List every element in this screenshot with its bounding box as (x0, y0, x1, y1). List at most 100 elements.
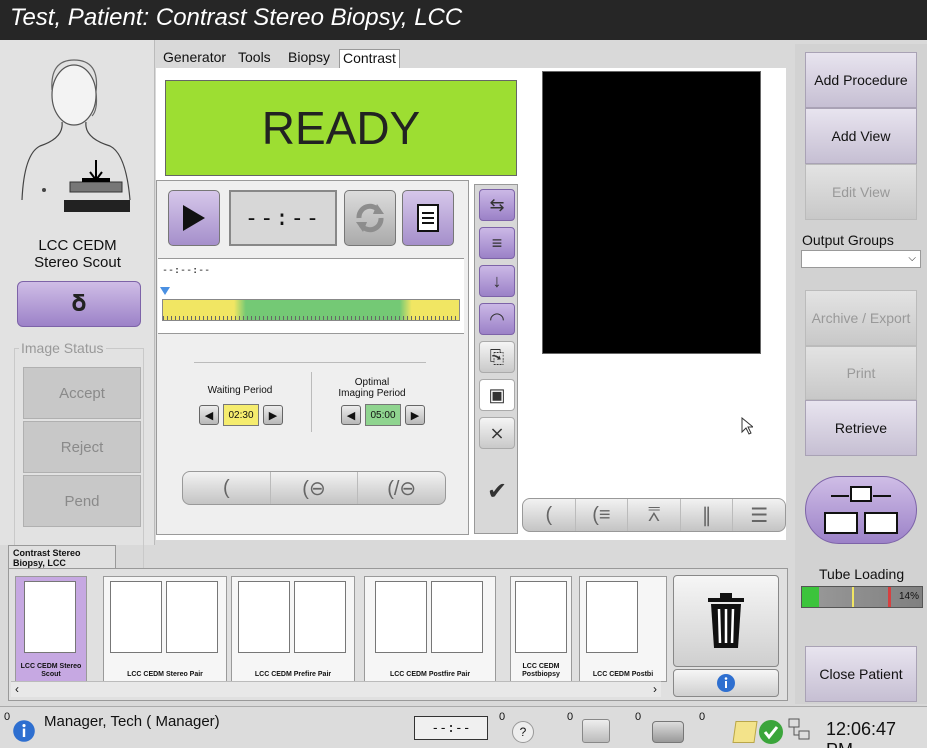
thumbnail-prefire-pair[interactable]: LCC CEDM Prefire Pair (231, 576, 355, 682)
network-icon[interactable] (786, 717, 812, 745)
thumbnail-scrollbar[interactable]: ‹ › (11, 681, 661, 697)
print-button[interactable]: Print (805, 346, 917, 400)
clipboard-icon (417, 204, 439, 232)
thumbnail-caption: LCC CEDM Postbi (592, 671, 654, 678)
annotation-standard-button[interactable]: ( (523, 499, 576, 531)
thumbnail-stereo-scout[interactable]: LCC CEDM Stereo Scout (15, 576, 87, 682)
annotation-ruler-button[interactable]: (≡ (576, 499, 629, 531)
view-both-button[interactable]: (/⊖ (358, 472, 445, 504)
procedure-group-tab[interactable]: Contrast Stereo Biopsy, LCC (8, 545, 116, 569)
add-view-button[interactable]: Add View (805, 108, 917, 164)
tool-mirror-button[interactable]: ⨯ (479, 417, 515, 449)
timeline-bar (162, 299, 460, 321)
accept-button[interactable]: Accept (23, 367, 141, 419)
start-timer-button[interactable] (168, 190, 220, 246)
thumbnail-postfire-pair[interactable]: LCC CEDM Postfire Pair (364, 576, 496, 682)
delete-button[interactable] (673, 575, 779, 667)
thumbnail-caption: LCC CEDM Stereo Pair (127, 671, 203, 678)
implant-toggle-button[interactable]: 𝛅 (17, 281, 141, 327)
tab-biopsy[interactable]: Biopsy (285, 49, 333, 69)
notes-icon[interactable] (732, 721, 758, 743)
optimal-period-label: Optimal Imaging Period (338, 377, 406, 399)
waiting-period-value: 02:30 (223, 404, 259, 426)
title-bar: Test, Patient: Contrast Stereo Biopsy, L… (0, 0, 927, 40)
reject-button[interactable]: Reject (23, 421, 141, 473)
scroll-right-icon[interactable]: › (653, 682, 657, 696)
elapsed-readout: --:--:-- (162, 265, 211, 276)
thumbnail-stereo-pair[interactable]: LCC CEDM Stereo Pair (103, 576, 227, 682)
waiting-decrease-button[interactable]: ◀ (199, 405, 219, 425)
tab-tools[interactable]: Tools (235, 49, 274, 69)
info-icon[interactable] (12, 719, 36, 743)
mouse-cursor-icon (741, 417, 753, 435)
reset-timer-button[interactable] (344, 190, 396, 246)
view-standard-button[interactable]: ( (183, 472, 271, 504)
archive-export-button[interactable]: Archive / Export (805, 290, 917, 346)
output-groups-select[interactable]: ⌵ (801, 250, 921, 268)
tool-compression-button[interactable]: ↓ (479, 265, 515, 297)
stereo-pair-button[interactable] (805, 476, 917, 544)
view-label-line2: Stereo Scout (34, 254, 121, 271)
view-annotation-buttons: ( (≡ ⩞ ∥ ☰ (522, 498, 786, 532)
retrieve-button[interactable]: Retrieve (805, 400, 917, 456)
compression-icon: ↓ (492, 270, 502, 291)
tab-generator[interactable]: Generator (160, 49, 229, 69)
optimal-increase-button[interactable]: ▶ (405, 405, 425, 425)
thumbnail-caption: LCC CEDM Postfire Pair (389, 671, 471, 678)
tool-accept-button[interactable]: ✔ (479, 455, 515, 527)
contrast-info-button[interactable] (402, 190, 454, 246)
thumbnail-postbiopsy-pair[interactable]: LCC CEDM Postbi (579, 576, 667, 682)
image-status-label: Image Status (19, 340, 106, 356)
status-ok-icon[interactable] (758, 719, 784, 745)
close-patient-button[interactable]: Close Patient (805, 646, 917, 702)
invert-icon: ▣ (488, 384, 506, 405)
breast-ruler-icon: (≡ (592, 503, 611, 526)
annotation-lines-button[interactable]: ∥ (681, 499, 734, 531)
tool-ruler-button[interactable]: ≡ (479, 227, 515, 259)
tool-output-button[interactable]: ⎘ (479, 341, 515, 373)
tab-contrast[interactable]: Contrast (339, 49, 400, 69)
view-type-buttons: ( (⊖ (/⊖ (182, 471, 446, 505)
lines-icon: ∥ (701, 504, 712, 527)
thumbnail-caption: LCC CEDM Postbiopsy (522, 663, 560, 678)
info-button[interactable] (673, 669, 779, 697)
annotation-compress-button[interactable]: ⩞ (628, 499, 681, 531)
checkmark-icon: ✔ (486, 477, 508, 505)
alert-count: 0 (4, 711, 11, 723)
mirror-icon: ⨯ (489, 422, 505, 443)
optimal-period-value: 05:00 (365, 404, 401, 426)
view-illustration-icon (21, 59, 131, 212)
count-3: 0 (635, 711, 642, 723)
edit-view-button[interactable]: Edit View (805, 164, 917, 220)
add-procedure-button[interactable]: Add Procedure (805, 52, 917, 108)
refresh-icon (356, 203, 384, 233)
window-title: Test, Patient: Contrast Stereo Biopsy, L… (10, 4, 463, 31)
scroll-left-icon[interactable]: ‹ (15, 682, 19, 696)
thumbnail-image-icon (515, 581, 567, 653)
help-icon[interactable]: ? (512, 721, 534, 743)
image-preview[interactable] (542, 71, 761, 354)
tool-swap-button[interactable]: ⇆ (479, 189, 515, 221)
optimal-decrease-button[interactable]: ◀ (341, 405, 361, 425)
breast-icon: ( (545, 503, 553, 526)
output-groups-label: Output Groups (802, 232, 894, 248)
printer-icon[interactable] (652, 721, 684, 743)
thumbnail-image-icon (294, 581, 346, 653)
pend-button[interactable]: Pend (23, 475, 141, 527)
current-user[interactable]: Manager, Tech ( Manager) (44, 713, 220, 730)
vertical-toolbar: ⇆ ≡ ↓ ◠ ⎘ ▣ ⨯ ✔ (474, 184, 518, 534)
annotation-list-button[interactable]: ☰ (733, 499, 785, 531)
view-implant-button[interactable]: (⊖ (271, 472, 359, 504)
thumbnail-image-icon (166, 581, 218, 653)
waiting-period-label: Waiting Period (207, 385, 273, 396)
tube-loading-percent: 14% (898, 591, 919, 602)
left-arrow-icon: ◀ (204, 409, 214, 422)
tool-invert-button[interactable]: ▣ (479, 379, 515, 411)
system-clock: 12:06:47 PM (826, 719, 897, 748)
tool-arc-button[interactable]: ◠ (479, 303, 515, 335)
waiting-increase-button[interactable]: ▶ (263, 405, 283, 425)
device-icon[interactable] (582, 719, 610, 743)
thumbnail-caption: LCC CEDM Stereo Scout (20, 663, 82, 678)
thumbnail-postbiopsy[interactable]: LCC CEDM Postbiopsy (510, 576, 572, 682)
right-arrow-icon: ▶ (268, 409, 278, 422)
